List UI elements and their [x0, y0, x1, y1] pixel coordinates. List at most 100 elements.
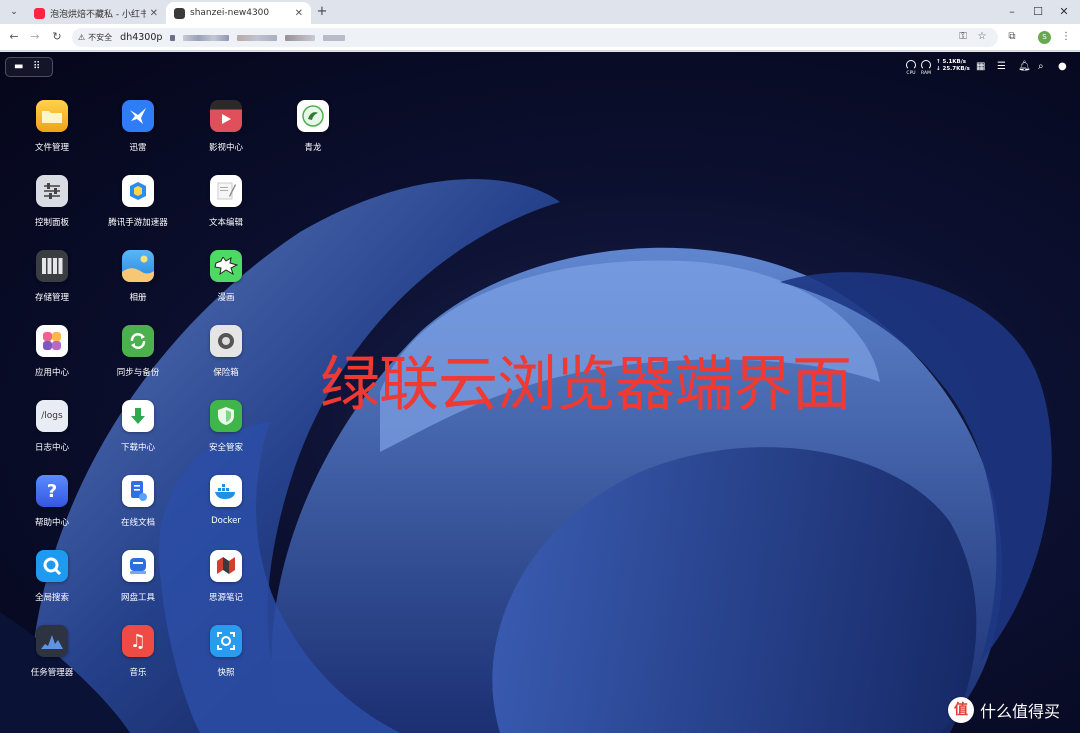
tab-title: shanzei-new4300: [190, 8, 270, 18]
ram-gauge[interactable]: RAM: [919, 60, 933, 76]
notification-bell-icon[interactable]: 🔔︎: [1018, 61, 1031, 73]
app-app-center[interactable]: 应用中心: [12, 325, 92, 378]
app-cloud-drive-tool[interactable]: 网盘工具: [98, 550, 178, 603]
show-desktop-icon[interactable]: ▬: [14, 61, 23, 72]
tab-close-icon[interactable]: ✕: [150, 8, 158, 19]
nas-top-bar: ▬ ⠿ CPU RAM ↑ 5.1KB/s ↓ 25.7KB/s ▦ ☰ 🔔︎ …: [0, 52, 1080, 82]
url-text: dh4300p: [120, 32, 163, 43]
extensions-icon[interactable]: ⧉: [1005, 30, 1019, 44]
cpu-gauge-icon: [906, 60, 916, 70]
new-tab-button[interactable]: +: [315, 4, 329, 20]
app-text-editor[interactable]: 文本编辑: [186, 175, 266, 228]
app-file-manager[interactable]: 文件管理: [12, 100, 92, 153]
docker-icon: [210, 475, 242, 507]
app-label: 应用中心: [34, 368, 69, 378]
close-window-button[interactable]: ✕: [1054, 3, 1074, 21]
user-account-icon[interactable]: ●: [1058, 61, 1067, 73]
forward-arrow-icon[interactable]: →: [27, 29, 43, 45]
logs-icon: /logs: [36, 400, 68, 432]
app-qinglong[interactable]: 青龙: [273, 100, 353, 153]
safe-icon: [210, 325, 242, 357]
desktop-switcher[interactable]: ▬ ⠿: [5, 57, 53, 77]
search-icon[interactable]: ⌕: [1038, 61, 1044, 73]
redacted-url-segment: [183, 34, 230, 41]
app-thunder[interactable]: 迅雷: [98, 100, 178, 153]
app-label: 下载中心: [120, 443, 155, 453]
shield-icon: [210, 400, 242, 432]
app-download-center[interactable]: 下载中心: [98, 400, 178, 453]
nas-desktop: ▬ ⠿ CPU RAM ↑ 5.1KB/s ↓ 25.7KB/s ▦ ☰ 🔔︎ …: [0, 52, 1080, 733]
app-label: 影视中心: [208, 143, 243, 153]
address-bar[interactable]: ⚠ 不安全 dh4300p: [72, 28, 998, 47]
task-manager-icon: [36, 625, 68, 657]
app-grid-icon[interactable]: ⠿: [33, 61, 40, 72]
tab-close-icon[interactable]: ✕: [295, 8, 303, 19]
video-icon: [210, 100, 242, 132]
photo-album-icon: [122, 250, 154, 282]
browser-tab-bar: ⌄ 泡泡烘焙不藏私 - 小红书 ✕ shanzei-new4300 ✕ + – …: [0, 0, 1080, 24]
app-photo-album[interactable]: 相册: [98, 250, 178, 303]
app-game-accelerator[interactable]: 腾讯手游加速器: [98, 175, 178, 228]
network-speed[interactable]: ↑ 5.1KB/s ↓ 25.7KB/s: [936, 59, 970, 73]
xiaohongshu-favicon-icon: [34, 7, 45, 19]
siyuan-note-icon: [210, 550, 242, 582]
app-label: 快照: [217, 668, 235, 678]
maximize-button[interactable]: ☐: [1028, 3, 1048, 21]
app-label: 同步与备份: [116, 368, 160, 378]
tab-search-button[interactable]: ⌄: [6, 4, 22, 20]
back-arrow-icon[interactable]: ←: [6, 29, 22, 45]
sliders-icon: [36, 175, 68, 207]
tab-xiaohongshu[interactable]: 泡泡烘焙不藏私 - 小红书 ✕: [26, 2, 166, 24]
layout-icon[interactable]: ▦: [976, 61, 985, 73]
tab-title: 泡泡烘焙不藏私 - 小红书: [50, 9, 146, 20]
browser-menu-icon[interactable]: ⋮: [1059, 30, 1073, 44]
app-label: 相册: [129, 293, 147, 303]
app-online-docs[interactable]: 在线文档: [98, 475, 178, 528]
app-label: 青龙: [304, 143, 322, 153]
widgets-icon[interactable]: ☰: [997, 61, 1006, 73]
thunder-bird-icon: [122, 100, 154, 132]
app-storage-manager[interactable]: 存储管理: [12, 250, 92, 303]
password-key-icon[interactable]: ⚿: [956, 30, 970, 44]
app-task-manager[interactable]: 任务管理器: [12, 625, 92, 678]
app-siyuan-note[interactable]: 思源笔记: [186, 550, 266, 603]
app-security-manager[interactable]: 安全管家: [186, 400, 266, 453]
app-comic[interactable]: 漫画: [186, 250, 266, 303]
app-sync-backup[interactable]: 同步与备份: [98, 325, 178, 378]
app-music[interactable]: ♫ 音乐: [98, 625, 178, 678]
app-snapshot[interactable]: 快照: [186, 625, 266, 678]
app-log-center[interactable]: /logs 日志中心: [12, 400, 92, 453]
app-label: 存储管理: [34, 293, 69, 303]
sync-icon: [122, 325, 154, 357]
comic-icon: [210, 250, 242, 282]
app-label: 文本编辑: [208, 218, 243, 228]
app-global-search[interactable]: 全局搜索: [12, 550, 92, 603]
tab-nas-active[interactable]: shanzei-new4300 ✕: [166, 2, 311, 24]
app-control-panel[interactable]: 控制面板: [12, 175, 92, 228]
folder-icon: [36, 100, 68, 132]
app-label: 日志中心: [34, 443, 69, 453]
download-icon: [122, 400, 154, 432]
app-label: 在线文档: [120, 518, 155, 528]
cpu-gauge[interactable]: CPU: [904, 60, 918, 76]
minimize-button[interactable]: –: [1002, 3, 1022, 21]
profile-avatar[interactable]: S: [1038, 31, 1051, 44]
help-icon: ?: [36, 475, 68, 507]
app-label: 音乐: [129, 668, 147, 678]
app-safe-box[interactable]: 保险箱: [186, 325, 266, 378]
app-label: 全局搜索: [34, 593, 69, 603]
app-docker[interactable]: Docker: [186, 475, 266, 526]
app-label: 漫画: [217, 293, 235, 303]
app-help-center[interactable]: ? 帮助中心: [12, 475, 92, 528]
app-label: 迅雷: [129, 143, 147, 153]
smzdm-logo-icon: 值: [948, 697, 974, 723]
cloud-drive-icon: [122, 550, 154, 582]
insecure-warning-icon[interactable]: ⚠: [78, 33, 85, 42]
app-video-center[interactable]: 影视中心: [186, 100, 266, 153]
upload-speed: ↑ 5.1KB/s: [936, 59, 967, 65]
reload-icon[interactable]: ↻: [49, 29, 65, 45]
app-label: Docker: [211, 516, 241, 526]
app-label: 网盘工具: [120, 593, 155, 603]
app-center-icon: [36, 325, 68, 357]
bookmark-star-icon[interactable]: ☆: [975, 30, 989, 44]
